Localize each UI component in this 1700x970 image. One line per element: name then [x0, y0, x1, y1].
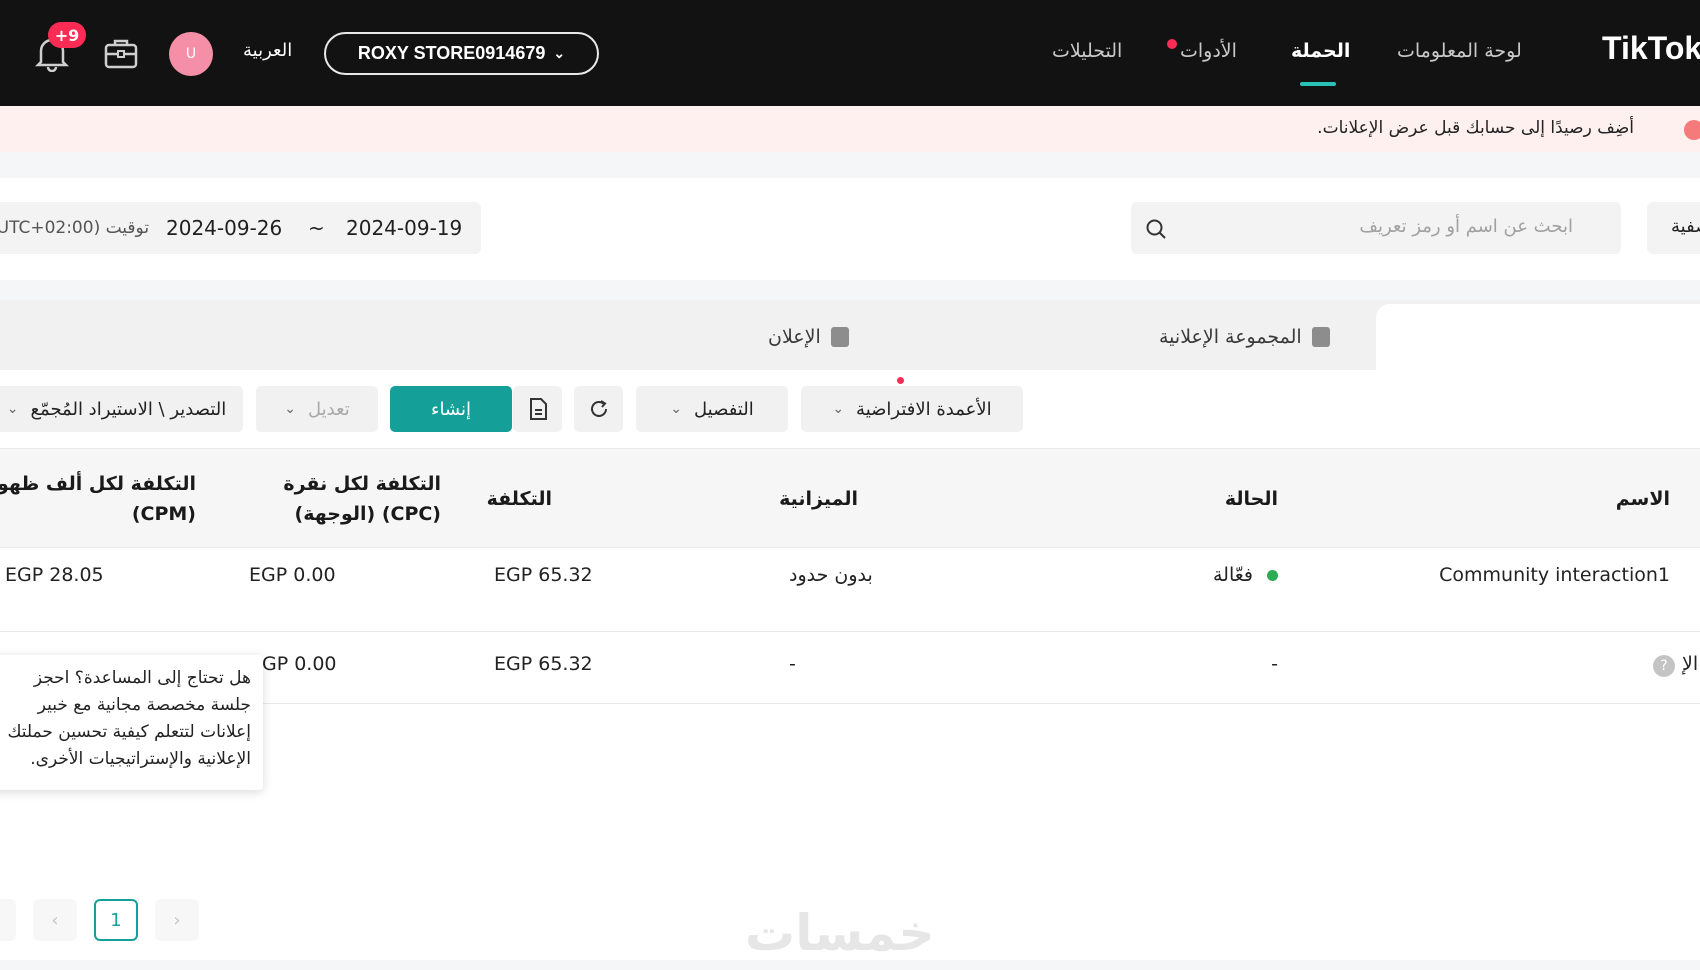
date-separator: ~	[308, 216, 325, 240]
col-budget[interactable]: الميزانية	[779, 484, 858, 514]
ad-icon	[830, 327, 849, 347]
chevron-down-icon: ⌄	[6, 401, 19, 417]
briefcase-icon[interactable]	[104, 37, 138, 69]
adgroup-icon	[1311, 327, 1330, 347]
notification-badge: +9	[48, 22, 86, 48]
campaign-name-link[interactable]: Community interaction1	[1439, 564, 1670, 586]
help-popup[interactable]: هل تحتاج إلى المساعدة؟ احجز جلسة مخصصة م…	[0, 655, 263, 790]
chevron-down-icon: ⌄	[553, 45, 566, 61]
search-placeholder: ابحث عن اسم أو رمز تعريف	[1359, 216, 1573, 237]
col-cpm[interactable]: التكلفة لكل ألف ظهور (CPM)	[0, 469, 196, 529]
table-header: الاسم الحالة الميزانية التكلفة التكلفة ل…	[0, 448, 1700, 548]
columns-notification-dot	[897, 377, 904, 384]
col-cost[interactable]: التكلفة	[487, 484, 552, 514]
date-range-picker[interactable]: 2024-09-19 ~ 2024-09-26 (UTC+02:00) توقي…	[0, 202, 481, 254]
account-name: ROXY STORE0914679	[357, 43, 546, 63]
tab-adgroup-label: المجموعة الإعلانية	[1159, 326, 1302, 348]
refresh-icon	[590, 400, 607, 417]
nav-analytics[interactable]: التحليلات	[1052, 40, 1122, 62]
col-cpm-line2: (CPM)	[131, 503, 196, 525]
filter-button[interactable]: تصفية	[1647, 202, 1700, 254]
tiktok-logo[interactable]: TikTok	[1602, 30, 1700, 67]
export-import-button[interactable]: ⌄ التصدير \ الاستيراد المُجمّع	[0, 386, 243, 432]
budget-cell: -	[789, 653, 796, 675]
next-page-button[interactable]: ›	[155, 899, 199, 941]
tab-ad-label: الإعلان	[768, 326, 821, 348]
warning-icon	[1684, 120, 1700, 140]
help-question-icon[interactable]: ?	[1653, 655, 1675, 677]
col-cpc[interactable]: التكلفة لكل نقرة (الوجهة) (CPC)	[283, 469, 441, 529]
breakdown-button[interactable]: ⌄ التفصيل	[636, 386, 788, 432]
cost-cell: EGP 65.32	[494, 653, 593, 675]
cost-cell: EGP 65.32	[494, 564, 593, 586]
tab-ad[interactable]: الإعلان	[768, 326, 849, 348]
date-end: 2024-09-26	[166, 216, 283, 240]
create-button[interactable]: إنشاء	[390, 386, 512, 432]
banner-text: أضِف رصيدًا إلى حسابك قبل عرض الإعلانات.	[1317, 118, 1634, 138]
total-label: الإ	[1682, 653, 1699, 675]
avatar[interactable]: U	[169, 32, 213, 76]
cpm-cell: EGP 28.05	[5, 564, 104, 586]
col-cpc-line2: (الوجهة) (CPC)	[294, 503, 442, 525]
watermark: خمسات	[745, 904, 935, 962]
tools-notification-dot	[1167, 39, 1177, 49]
status-cell: فعّالة	[1213, 564, 1278, 586]
chevron-down-icon: ⌄	[284, 401, 296, 417]
alert-banner: أضِف رصيدًا إلى حسابك قبل عرض الإعلانات.	[0, 106, 1700, 152]
col-status[interactable]: الحالة	[1225, 484, 1278, 514]
page-number-current[interactable]: 1	[94, 899, 138, 941]
edit-label: تعديل	[307, 398, 350, 420]
nav-tools[interactable]: الأدوات	[1180, 40, 1237, 62]
cpc-cell: EGP 0.00	[249, 564, 336, 586]
table-row[interactable]: Community interaction1 فعّالة بدون حدود …	[0, 548, 1700, 632]
timezone-label: (UTC+02:00) توقيت	[0, 218, 150, 238]
chevron-down-icon: ⌄	[832, 401, 845, 417]
nav-dashboard[interactable]: لوحة المعلومات	[1397, 40, 1522, 62]
chevron-right-icon: ›	[173, 909, 181, 931]
columns-button[interactable]: ⌄ الأعمدة الافتراضية	[801, 386, 1023, 432]
nav-campaign[interactable]: الحملة	[1291, 40, 1350, 62]
edit-button[interactable]: ⌄ تعديل	[256, 386, 378, 432]
report-button[interactable]	[513, 386, 562, 432]
export-import-label: التصدير \ الاستيراد المُجمّع	[30, 398, 227, 420]
filter-bar: تصفية ابحث عن اسم أو رمز تعريف 2024-09-1…	[0, 178, 1700, 280]
tab-campaign-active[interactable]	[1376, 304, 1700, 370]
cpc-cell: GP 0.00	[262, 653, 337, 675]
status-text: فعّالة	[1212, 564, 1253, 586]
date-start: 2024-09-19	[346, 216, 463, 240]
col-name[interactable]: الاسم	[1616, 484, 1670, 514]
document-icon	[529, 398, 547, 420]
col-cpm-line1: التكلفة لكل ألف ظهور	[0, 473, 196, 495]
columns-label: الأعمدة الافتراضية	[856, 398, 992, 420]
account-selector[interactable]: ROXY STORE0914679 ⌄	[324, 32, 599, 75]
status-active-dot	[1267, 570, 1278, 581]
search-input[interactable]: ابحث عن اسم أو رمز تعريف	[1131, 202, 1621, 254]
budget-cell: بدون حدود	[789, 564, 873, 586]
refresh-button[interactable]	[574, 386, 623, 432]
col-cpc-line1: التكلفة لكل نقرة	[283, 473, 441, 495]
tab-adgroup[interactable]: المجموعة الإعلانية	[1159, 326, 1330, 348]
language-selector[interactable]: العربية	[243, 40, 292, 61]
nav-active-indicator	[1300, 82, 1336, 86]
prev-page-button[interactable]: ‹	[33, 899, 77, 941]
chevron-left-icon: ‹	[51, 909, 59, 931]
breakdown-label: التفصيل	[694, 398, 754, 420]
pagination-edge[interactable]	[0, 899, 16, 941]
status-cell: -	[1271, 653, 1278, 675]
chevron-down-icon: ⌄	[670, 401, 683, 417]
search-icon	[1146, 219, 1166, 239]
